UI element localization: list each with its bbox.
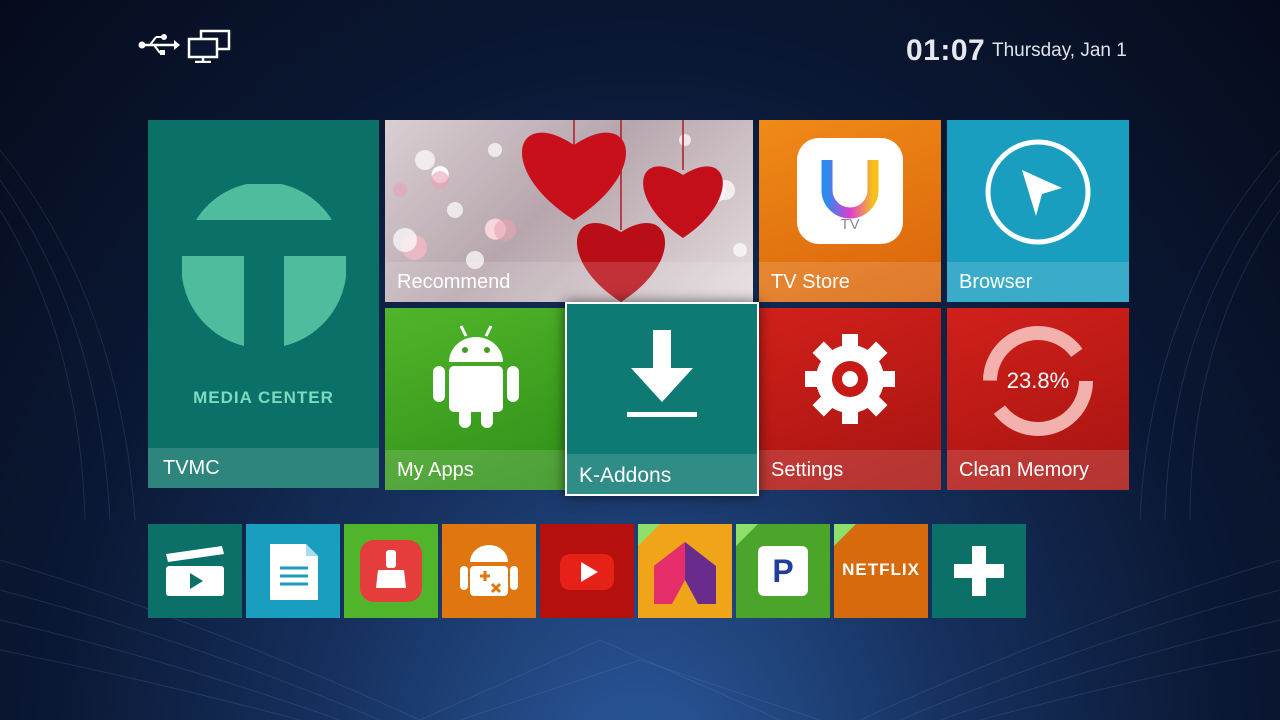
clock-date: Thursday, Jan 1 [992,40,1127,61]
tile-k-addons[interactable]: K-Addons [565,302,759,496]
dock-mobdro[interactable] [638,524,732,618]
download-arrow-icon [627,330,697,417]
dock-youtube[interactable] [540,524,634,618]
dock-pandora[interactable]: P [736,524,830,618]
house-icon [654,542,716,604]
dock-netflix[interactable]: NETFLIX [834,524,928,618]
network-icon [187,29,231,63]
clapperboard-icon [166,546,224,596]
dock-add-app[interactable] [932,524,1026,618]
pandora-p-icon: P [758,546,808,596]
tile-settings[interactable]: Settings [759,308,941,490]
tile-label: TVMC [163,457,220,479]
tile-label: Recommend [397,271,511,293]
android-icon [433,325,519,428]
dock-video-player[interactable] [148,524,242,618]
tile-my-apps[interactable]: My Apps [385,308,567,490]
android-tools-icon [460,545,518,596]
youtube-play-icon [560,554,614,590]
tile-tvmc[interactable]: MEDIA CENTER TVMC [148,120,379,488]
memory-percent: 23.8% [1006,368,1070,393]
plus-icon [954,546,1004,596]
broom-icon [360,540,422,602]
tile-browser[interactable]: Browser [947,120,1129,302]
tile-recommend[interactable]: Recommend [385,120,753,302]
tile-label: K-Addons [579,464,672,487]
gear-icon [805,334,895,424]
tile-label: Settings [771,459,844,481]
netflix-logo-icon: NETFLIX [842,560,920,579]
tile-label: TV Store [771,271,850,293]
tile-label: Clean Memory [959,459,1090,481]
compass-cursor-icon [985,139,1091,245]
media-center-logo-text: MEDIA CENTER [193,388,334,407]
tile-clean-memory[interactable]: 23.8% Clean Memory [947,308,1129,490]
tile-tv-store[interactable]: TV TV Store [759,120,941,302]
media-center-logo-icon [182,184,346,346]
dock-apk-installer[interactable] [442,524,536,618]
clock-time: 01:07 [906,34,986,67]
document-icon [270,544,318,600]
tile-label: Browser [959,271,1033,293]
dock-cleaner[interactable] [344,524,438,618]
tv-store-sub-text: TV [840,216,860,233]
dock-file-manager[interactable] [246,524,340,618]
usb-icon [138,34,180,55]
tile-label: My Apps [397,459,474,481]
svg-text:P: P [772,553,793,589]
new-badge-icon [834,524,856,546]
